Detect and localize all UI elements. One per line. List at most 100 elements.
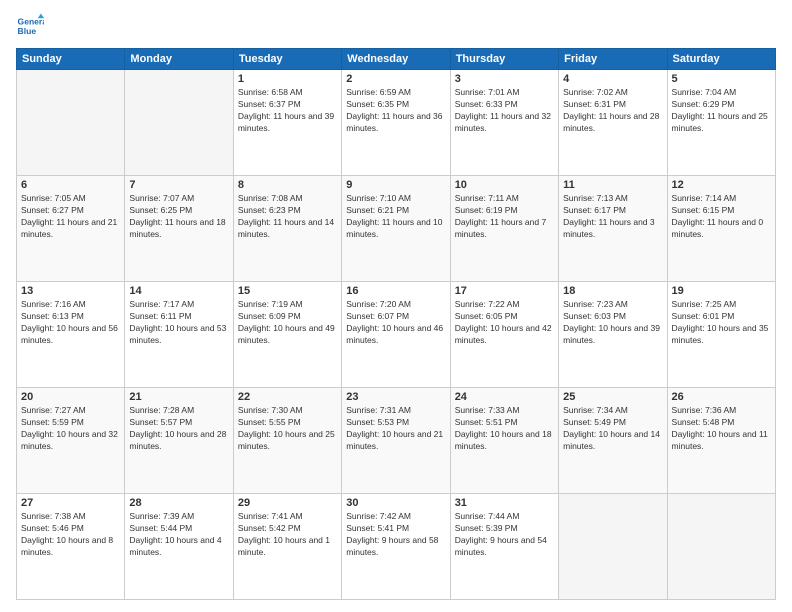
day-info: Sunrise: 6:58 AM Sunset: 6:37 PM Dayligh… [238, 87, 337, 135]
day-number: 21 [129, 391, 228, 403]
calendar-week-row: 13 Sunrise: 7:16 AM Sunset: 6:13 PM Dayli… [17, 282, 776, 388]
calendar-cell [125, 70, 233, 176]
weekday-header: Thursday [450, 49, 558, 70]
calendar-cell: 5 Sunrise: 7:04 AM Sunset: 6:29 PM Daylig… [667, 70, 775, 176]
weekday-header: Saturday [667, 49, 775, 70]
header: General Blue [16, 12, 776, 40]
day-number: 7 [129, 179, 228, 191]
calendar-cell: 12 Sunrise: 7:14 AM Sunset: 6:15 PM Dayli… [667, 176, 775, 282]
calendar-week-row: 1Sunrise: 6:58 AM Sunset: 6:37 PM Daylig… [17, 70, 776, 176]
calendar-cell: 1Sunrise: 6:58 AM Sunset: 6:37 PM Daylig… [233, 70, 341, 176]
day-number: 9 [346, 179, 445, 191]
day-info: Sunrise: 7:05 AM Sunset: 6:27 PM Dayligh… [21, 193, 120, 241]
weekday-header: Wednesday [342, 49, 450, 70]
day-number: 13 [21, 285, 120, 297]
calendar-cell: 24 Sunrise: 7:33 AM Sunset: 5:51 PM Dayli… [450, 388, 558, 494]
day-number: 31 [455, 497, 554, 509]
day-number: 6 [21, 179, 120, 191]
day-number: 18 [563, 285, 662, 297]
calendar-cell: 15 Sunrise: 7:19 AM Sunset: 6:09 PM Dayli… [233, 282, 341, 388]
calendar-cell: 30 Sunrise: 7:42 AM Sunset: 5:41 PM Dayli… [342, 494, 450, 600]
day-info: Sunrise: 7:39 AM Sunset: 5:44 PM Dayligh… [129, 511, 228, 559]
day-number: 15 [238, 285, 337, 297]
calendar-body: 1Sunrise: 6:58 AM Sunset: 6:37 PM Daylig… [17, 70, 776, 600]
calendar-cell: 26 Sunrise: 7:36 AM Sunset: 5:48 PM Dayli… [667, 388, 775, 494]
day-number: 11 [563, 179, 662, 191]
day-info: Sunrise: 7:31 AM Sunset: 5:53 PM Dayligh… [346, 405, 445, 453]
day-info: Sunrise: 7:04 AM Sunset: 6:29 PM Dayligh… [672, 87, 771, 135]
day-info: Sunrise: 7:30 AM Sunset: 5:55 PM Dayligh… [238, 405, 337, 453]
day-info: Sunrise: 7:44 AM Sunset: 5:39 PM Dayligh… [455, 511, 554, 559]
day-info: Sunrise: 7:41 AM Sunset: 5:42 PM Dayligh… [238, 511, 337, 559]
page: General Blue SundayMondayTuesdayWednesda… [0, 0, 792, 612]
calendar-cell [667, 494, 775, 600]
day-number: 14 [129, 285, 228, 297]
day-info: Sunrise: 7:22 AM Sunset: 6:05 PM Dayligh… [455, 299, 554, 347]
day-info: Sunrise: 7:27 AM Sunset: 5:59 PM Dayligh… [21, 405, 120, 453]
calendar-cell: 20 Sunrise: 7:27 AM Sunset: 5:59 PM Dayli… [17, 388, 125, 494]
day-number: 12 [672, 179, 771, 191]
calendar-cell: 31 Sunrise: 7:44 AM Sunset: 5:39 PM Dayli… [450, 494, 558, 600]
calendar-cell: 9 Sunrise: 7:10 AM Sunset: 6:21 PM Daylig… [342, 176, 450, 282]
day-info: Sunrise: 7:16 AM Sunset: 6:13 PM Dayligh… [21, 299, 120, 347]
calendar-cell: 2Sunrise: 6:59 AM Sunset: 6:35 PM Daylig… [342, 70, 450, 176]
calendar-cell: 29 Sunrise: 7:41 AM Sunset: 5:42 PM Dayli… [233, 494, 341, 600]
day-info: Sunrise: 7:33 AM Sunset: 5:51 PM Dayligh… [455, 405, 554, 453]
day-info: Sunrise: 7:34 AM Sunset: 5:49 PM Dayligh… [563, 405, 662, 453]
day-number: 3 [455, 73, 554, 85]
calendar-cell: 11 Sunrise: 7:13 AM Sunset: 6:17 PM Dayli… [559, 176, 667, 282]
day-number: 30 [346, 497, 445, 509]
calendar-cell: 3Sunrise: 7:01 AM Sunset: 6:33 PM Daylig… [450, 70, 558, 176]
calendar-cell: 16Sunrise: 7:20 AM Sunset: 6:07 PM Dayli… [342, 282, 450, 388]
day-info: Sunrise: 7:08 AM Sunset: 6:23 PM Dayligh… [238, 193, 337, 241]
calendar-cell: 18Sunrise: 7:23 AM Sunset: 6:03 PM Dayli… [559, 282, 667, 388]
day-number: 24 [455, 391, 554, 403]
day-number: 20 [21, 391, 120, 403]
calendar-cell: 10 Sunrise: 7:11 AM Sunset: 6:19 PM Dayli… [450, 176, 558, 282]
calendar-cell [17, 70, 125, 176]
svg-text:Blue: Blue [18, 26, 37, 36]
day-info: Sunrise: 7:13 AM Sunset: 6:17 PM Dayligh… [563, 193, 662, 241]
day-number: 19 [672, 285, 771, 297]
day-number: 5 [672, 73, 771, 85]
calendar-cell: 7 Sunrise: 7:07 AM Sunset: 6:25 PM Daylig… [125, 176, 233, 282]
day-info: Sunrise: 7:19 AM Sunset: 6:09 PM Dayligh… [238, 299, 337, 347]
day-number: 29 [238, 497, 337, 509]
calendar-cell: 8 Sunrise: 7:08 AM Sunset: 6:23 PM Daylig… [233, 176, 341, 282]
logo: General Blue [16, 12, 44, 40]
weekday-header: Friday [559, 49, 667, 70]
calendar-cell: 13 Sunrise: 7:16 AM Sunset: 6:13 PM Dayli… [17, 282, 125, 388]
day-info: Sunrise: 7:36 AM Sunset: 5:48 PM Dayligh… [672, 405, 771, 453]
day-number: 26 [672, 391, 771, 403]
day-info: Sunrise: 7:07 AM Sunset: 6:25 PM Dayligh… [129, 193, 228, 241]
day-info: Sunrise: 7:20 AM Sunset: 6:07 PM Dayligh… [346, 299, 445, 347]
day-info: Sunrise: 7:10 AM Sunset: 6:21 PM Dayligh… [346, 193, 445, 241]
day-number: 28 [129, 497, 228, 509]
day-number: 22 [238, 391, 337, 403]
calendar-table: SundayMondayTuesdayWednesdayThursdayFrid… [16, 48, 776, 600]
day-info: Sunrise: 7:28 AM Sunset: 5:57 PM Dayligh… [129, 405, 228, 453]
weekday-header: Tuesday [233, 49, 341, 70]
day-info: Sunrise: 7:11 AM Sunset: 6:19 PM Dayligh… [455, 193, 554, 241]
day-number: 10 [455, 179, 554, 191]
day-info: Sunrise: 7:38 AM Sunset: 5:46 PM Dayligh… [21, 511, 120, 559]
calendar-cell: 25Sunrise: 7:34 AM Sunset: 5:49 PM Dayli… [559, 388, 667, 494]
calendar-header-row: SundayMondayTuesdayWednesdayThursdayFrid… [17, 49, 776, 70]
day-info: Sunrise: 7:14 AM Sunset: 6:15 PM Dayligh… [672, 193, 771, 241]
day-number: 8 [238, 179, 337, 191]
calendar-week-row: 6 Sunrise: 7:05 AM Sunset: 6:27 PM Daylig… [17, 176, 776, 282]
calendar-week-row: 27Sunrise: 7:38 AM Sunset: 5:46 PM Dayli… [17, 494, 776, 600]
day-number: 17 [455, 285, 554, 297]
calendar-cell: 23 Sunrise: 7:31 AM Sunset: 5:53 PM Dayli… [342, 388, 450, 494]
calendar-cell [559, 494, 667, 600]
day-info: Sunrise: 7:25 AM Sunset: 6:01 PM Dayligh… [672, 299, 771, 347]
calendar-week-row: 20 Sunrise: 7:27 AM Sunset: 5:59 PM Dayli… [17, 388, 776, 494]
calendar-cell: 19 Sunrise: 7:25 AM Sunset: 6:01 PM Dayli… [667, 282, 775, 388]
day-info: Sunrise: 7:42 AM Sunset: 5:41 PM Dayligh… [346, 511, 445, 559]
day-info: Sunrise: 7:17 AM Sunset: 6:11 PM Dayligh… [129, 299, 228, 347]
calendar-cell: 17 Sunrise: 7:22 AM Sunset: 6:05 PM Dayli… [450, 282, 558, 388]
day-number: 23 [346, 391, 445, 403]
day-number: 4 [563, 73, 662, 85]
day-number: 2 [346, 73, 445, 85]
calendar-cell: 27Sunrise: 7:38 AM Sunset: 5:46 PM Dayli… [17, 494, 125, 600]
